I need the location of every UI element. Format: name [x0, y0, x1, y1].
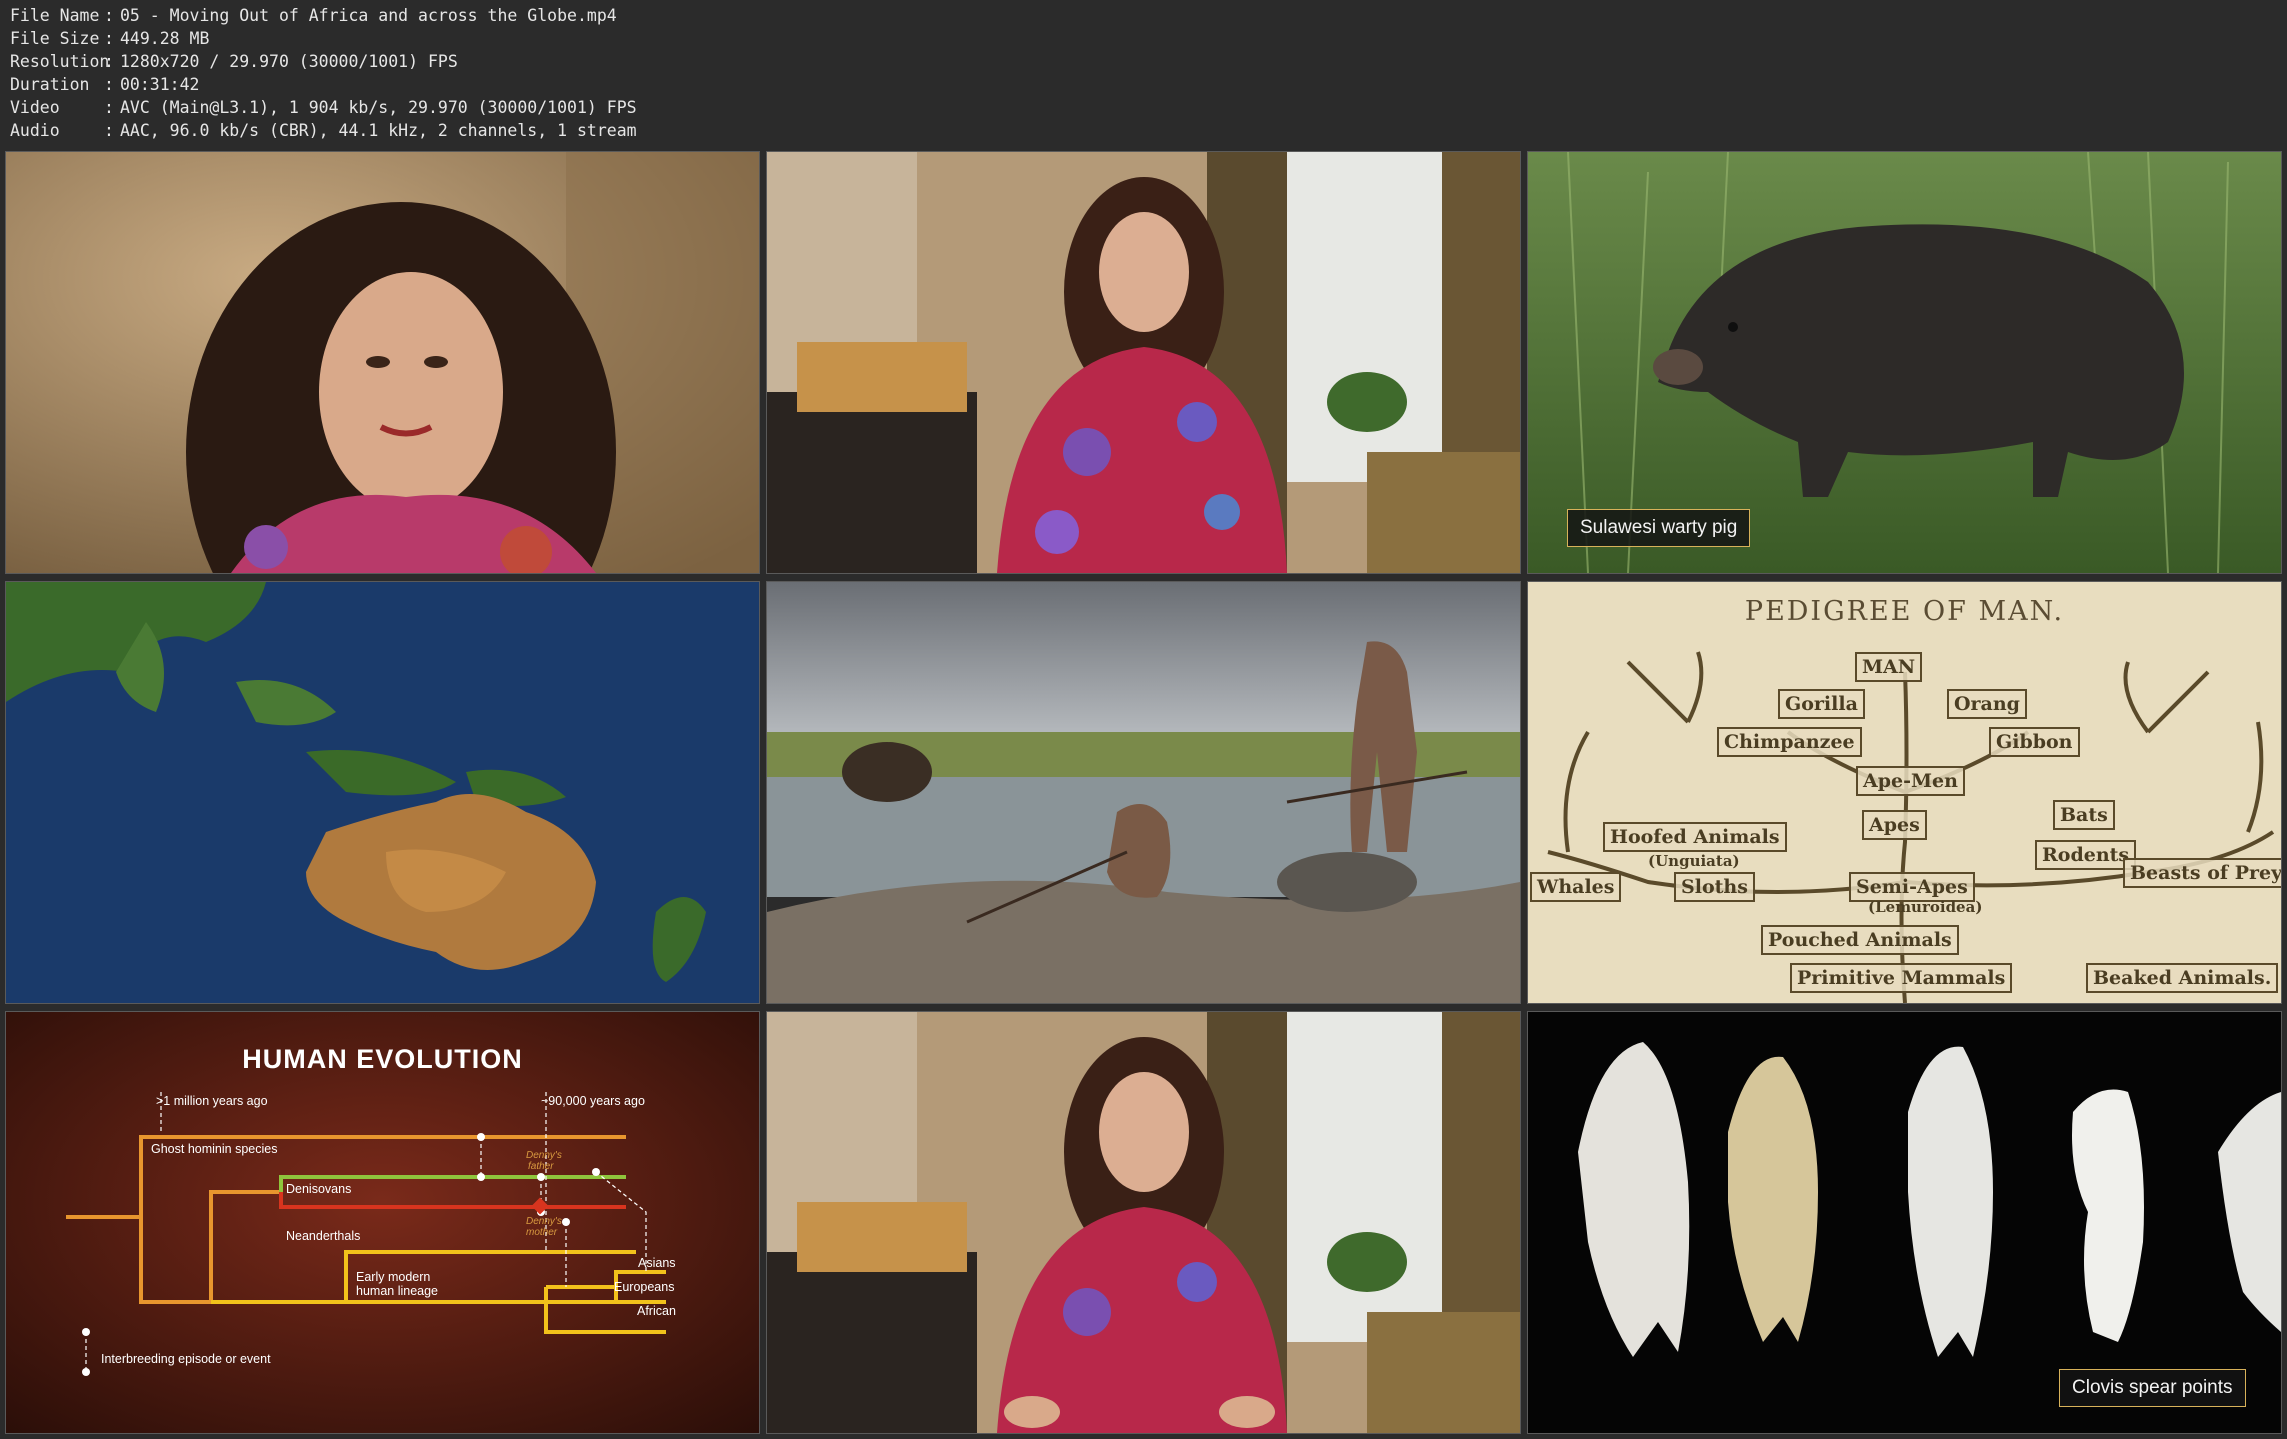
info-key: File Size — [10, 29, 100, 48]
evo-label-europeans: Europeans — [614, 1280, 675, 1294]
info-row-resolution: Resolution:1280x720 / 29.970 (30000/1001… — [10, 50, 637, 73]
pedigree-label: Ape-Men — [1856, 766, 1965, 796]
info-key: Video — [10, 98, 60, 117]
info-separator: : — [104, 75, 114, 94]
thumbnail-presenter-closeup[interactable] — [5, 151, 760, 574]
info-separator: : — [104, 52, 114, 71]
satellite-map-image — [6, 582, 759, 1003]
info-separator: : — [104, 98, 114, 117]
info-value: AVC (Main@L3.1), 1 904 kb/s, 29.970 (300… — [120, 98, 637, 117]
pedigree-label: Primitive Mammals — [1790, 963, 2013, 993]
info-key: Resolution — [10, 52, 110, 71]
pedigree-label: Whales — [1530, 872, 1622, 902]
pedigree-label: Hoofed Animals — [1603, 822, 1787, 852]
pedigree-label: (Lemuroidea) — [1868, 898, 1983, 916]
thumbnail-pedigree[interactable]: PEDIGREE OF MAN. MAN Gorilla Orang Chimp… — [1527, 581, 2282, 1004]
info-value: 1280x720 / 29.970 (30000/1001) FPS — [120, 52, 458, 71]
pedigree-label: Sloths — [1674, 872, 1755, 902]
info-row-file-name: File Name:05 - Moving Out of Africa and … — [10, 4, 637, 27]
pedigree-label: MAN — [1855, 652, 1923, 682]
info-separator: : — [104, 6, 114, 25]
evolution-title: HUMAN EVOLUTION — [242, 1044, 523, 1074]
evo-label-african: African — [637, 1304, 676, 1318]
evo-label-million: >1 million years ago — [156, 1094, 268, 1108]
thumbnail-presenter-gesture[interactable] — [766, 1011, 1521, 1434]
info-value: AAC, 96.0 kb/s (CBR), 44.1 kHz, 2 channe… — [120, 121, 637, 140]
pedigree-label: Orang — [1947, 689, 2027, 719]
evo-label-denisovans: Denisovans — [286, 1182, 352, 1196]
presenter-room-image — [767, 152, 1520, 573]
info-row-audio: Audio: AAC, 96.0 kb/s (CBR), 44.1 kHz, 2 … — [10, 119, 637, 142]
pedigree-label: Pouched Animals — [1761, 925, 1959, 955]
evo-note-denny-mother: Denny's — [526, 1216, 562, 1227]
evolution-tree-diagram — [6, 1012, 759, 1433]
thumbnail-human-evolution[interactable]: HUMAN EVOLUTION >1 million years ago ~90… — [5, 1011, 760, 1434]
pedigree-label: Chimpanzee — [1717, 727, 1862, 757]
info-row-video: Video: AVC (Main@L3.1), 1 904 kb/s, 29.97… — [10, 96, 637, 119]
pedigree-label: Beaked Animals. — [2086, 963, 2279, 993]
info-row-duration: Duration:00:31:42 — [10, 73, 637, 96]
evo-label-asians: Asians — [638, 1256, 676, 1270]
thumbnail-presenter-room[interactable] — [766, 151, 1521, 574]
info-value: 05 - Moving Out of Africa and across the… — [120, 6, 617, 25]
pedigree-label: Apes — [1862, 810, 1927, 840]
evo-label-ninety: ~90,000 years ago — [541, 1094, 645, 1108]
file-info-panel: File Name:05 - Moving Out of Africa and … — [10, 4, 637, 142]
evo-label-early-modern: human lineage — [356, 1284, 439, 1298]
info-key: Audio — [10, 121, 60, 140]
thumbnail-prehistoric-scene[interactable] — [766, 581, 1521, 1004]
pig-caption: Sulawesi warty pig — [1567, 509, 1751, 547]
evo-legend: Interbreeding episode or event — [101, 1352, 271, 1366]
pedigree-label: Beasts of Prey — [2123, 858, 2281, 888]
pedigree-label: Gibbon — [1989, 727, 2080, 757]
pedigree-label: (Unguiata) — [1648, 852, 1740, 870]
evo-note-denny-mother: mother — [526, 1227, 558, 1238]
info-value: 00:31:42 — [120, 75, 200, 94]
thumbnail-clovis-points[interactable]: Clovis spear points — [1527, 1011, 2282, 1434]
evo-note-denny-father: Denny's — [526, 1150, 562, 1161]
pedigree-label: Rodents — [2035, 840, 2137, 870]
evo-note-denny-father: father — [528, 1161, 554, 1172]
thumbnail-grid: Sulawesi warty pig PEDIGREE OF MAN. MAN … — [5, 151, 2282, 1434]
thumbnail-warty-pig[interactable]: Sulawesi warty pig — [1527, 151, 2282, 574]
pedigree-title: PEDIGREE OF MAN. — [1744, 596, 2065, 627]
info-row-file-size: File Size:449.28 MB — [10, 27, 637, 50]
presenter-gesture-image — [767, 1012, 1520, 1433]
info-value: 449.28 MB — [120, 29, 210, 48]
evo-label-ghost: Ghost hominin species — [151, 1142, 278, 1156]
evo-label-early-modern: Early modern — [356, 1270, 431, 1284]
info-separator: : — [104, 121, 114, 140]
info-key: Duration — [10, 75, 90, 94]
presenter-closeup-image — [6, 152, 759, 573]
info-key: File Name — [10, 6, 100, 25]
clovis-caption: Clovis spear points — [2059, 1369, 2246, 1407]
prehistoric-scene-image — [767, 582, 1520, 1003]
info-separator: : — [104, 29, 114, 48]
pedigree-label: Bats — [2053, 800, 2115, 830]
evo-label-neanderthals: Neanderthals — [286, 1229, 361, 1243]
thumbnail-map[interactable] — [5, 581, 760, 1004]
pedigree-label: Gorilla — [1778, 689, 1865, 719]
